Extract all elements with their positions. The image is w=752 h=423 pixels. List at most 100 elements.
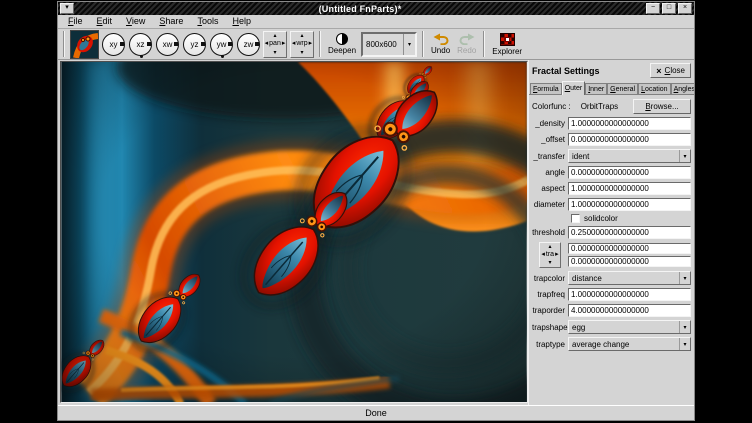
rotate-yw-button[interactable]: yw bbox=[210, 33, 233, 56]
tra-spinner[interactable]: ▴◂tra▸ ▾ bbox=[539, 242, 561, 268]
menu-edit[interactable]: Edit bbox=[90, 15, 120, 28]
minimize-icon: − bbox=[651, 4, 655, 11]
rotate-zw-button[interactable]: zw bbox=[237, 33, 260, 56]
settings-rows: _density_offset_transferident▾angleaspec… bbox=[529, 117, 694, 351]
redo-icon bbox=[459, 33, 475, 45]
trapcolor-select[interactable]: distance▾ bbox=[568, 271, 691, 285]
spinner-right-icon[interactable]: ▸ bbox=[555, 251, 559, 259]
spinner-up-icon[interactable]: ▴ bbox=[548, 244, 551, 250]
tra-value-1-input[interactable] bbox=[568, 243, 691, 254]
_transfer-select[interactable]: ident▾ bbox=[568, 149, 691, 163]
tra-spinner-label: tra bbox=[546, 251, 554, 259]
menu-help[interactable]: Help bbox=[225, 15, 258, 28]
pan-left-icon[interactable]: ◂ bbox=[265, 40, 269, 48]
field-row-_density: _density bbox=[532, 117, 691, 130]
spinner-left-icon[interactable]: ◂ bbox=[541, 251, 545, 259]
menu-view[interactable]: View bbox=[119, 15, 152, 28]
wrp-down-icon[interactable]: ▾ bbox=[300, 50, 303, 56]
trapshape-select[interactable]: egg▾ bbox=[568, 320, 691, 334]
trapfreq-label: trapfreq bbox=[532, 290, 568, 299]
toolbar: xyxzxwyzywzw ▴ ◂pan▸ ▾ ▴ ◂wrp▸ ▾ Deepen … bbox=[58, 29, 694, 60]
tab-angles[interactable]: Angles bbox=[671, 83, 694, 94]
threshold-input[interactable] bbox=[568, 226, 691, 239]
rotate-handle-square[interactable] bbox=[120, 42, 124, 46]
aspect-input[interactable] bbox=[568, 182, 691, 195]
rotate-handle-square[interactable] bbox=[147, 42, 151, 46]
tab-formula[interactable]: Formula bbox=[530, 83, 562, 94]
wrp-right-icon[interactable]: ▸ bbox=[309, 40, 313, 48]
field-row-solidcolor: solidcolor bbox=[571, 214, 691, 223]
warp-control[interactable]: ▴ ◂wrp▸ ▾ bbox=[290, 31, 314, 58]
_density-input[interactable] bbox=[568, 117, 691, 130]
menu-share[interactable]: Share bbox=[152, 15, 190, 28]
resolution-select[interactable]: 800x600 ▾ bbox=[361, 32, 417, 57]
trapshape-selected-value: egg bbox=[569, 323, 679, 332]
pan-down-icon[interactable]: ▾ bbox=[273, 50, 276, 56]
rotate-xz-label: xz bbox=[137, 40, 145, 49]
rotate-xz-button[interactable]: xz bbox=[129, 33, 152, 56]
dropdown-arrow-icon[interactable]: ▾ bbox=[679, 338, 690, 350]
pan-right-icon[interactable]: ▸ bbox=[282, 40, 286, 48]
settings-tabs: FormulaOuterInnerGeneralLocationAngles bbox=[529, 80, 694, 95]
explorer-button[interactable]: Explorer bbox=[490, 33, 524, 56]
toolbar-separator bbox=[63, 31, 65, 57]
field-row-traptype: traptypeaverage change▾ bbox=[532, 337, 691, 351]
tab-general[interactable]: General bbox=[607, 83, 638, 94]
tab-location[interactable]: Location bbox=[638, 83, 670, 94]
rotate-handle-square[interactable] bbox=[201, 42, 205, 46]
browse-button[interactable]: Browse... bbox=[633, 99, 691, 114]
maximize-icon: □ bbox=[667, 4, 671, 11]
dropdown-arrow-icon[interactable]: ▾ bbox=[679, 321, 690, 333]
_offset-label: _offset bbox=[532, 135, 568, 144]
field-row-threshold: threshold bbox=[532, 226, 691, 239]
rotate-handle-square[interactable] bbox=[228, 42, 232, 46]
menu-file[interactable]: File bbox=[61, 15, 90, 28]
close-button[interactable]: × bbox=[678, 3, 692, 14]
redo-button[interactable]: Redo bbox=[455, 33, 478, 55]
solidcolor-checkbox-label: solidcolor bbox=[584, 214, 618, 223]
statusbar: Done bbox=[58, 405, 694, 420]
current-fractal-thumbnail[interactable] bbox=[70, 30, 99, 59]
close-panel-button[interactable]: × Close bbox=[650, 63, 691, 78]
traporder-input[interactable] bbox=[568, 304, 691, 317]
rotate-handle-square[interactable] bbox=[174, 42, 178, 46]
fractal-canvas[interactable] bbox=[60, 61, 528, 403]
dropdown-arrow-icon[interactable]: ▾ bbox=[403, 34, 415, 55]
window-menu-button[interactable]: ▾ bbox=[60, 3, 74, 14]
pan-label: pan bbox=[269, 40, 281, 48]
spinner-down-icon[interactable]: ▾ bbox=[548, 260, 551, 266]
deepen-label: Deepen bbox=[328, 46, 356, 55]
rotate-xw-button[interactable]: xw bbox=[156, 33, 179, 56]
dropdown-arrow-icon[interactable]: ▾ bbox=[679, 272, 690, 284]
rotate-xy-button[interactable]: xy bbox=[102, 33, 125, 56]
undo-button[interactable]: Undo bbox=[429, 33, 452, 55]
pan-control[interactable]: ▴ ◂pan▸ ▾ bbox=[263, 31, 287, 58]
traptype-select[interactable]: average change▾ bbox=[568, 337, 691, 351]
wrp-up-icon[interactable]: ▴ bbox=[300, 33, 303, 39]
angle-input[interactable] bbox=[568, 166, 691, 179]
deepen-icon bbox=[336, 33, 348, 45]
aspect-label: aspect bbox=[532, 184, 568, 193]
rotate-xw-label: xw bbox=[163, 40, 173, 49]
_offset-input[interactable] bbox=[568, 133, 691, 146]
diameter-label: diameter bbox=[532, 200, 568, 209]
dropdown-arrow-icon[interactable]: ▾ bbox=[679, 150, 690, 162]
window-menu-icon: ▾ bbox=[65, 4, 69, 11]
traptype-selected-value: average change bbox=[569, 340, 679, 349]
maximize-button[interactable]: □ bbox=[662, 3, 676, 14]
minimize-button[interactable]: − bbox=[646, 3, 660, 14]
wrp-left-icon[interactable]: ◂ bbox=[292, 40, 296, 48]
diameter-input[interactable] bbox=[568, 198, 691, 211]
tra-value-2-input[interactable] bbox=[568, 256, 691, 267]
tab-inner[interactable]: Inner bbox=[585, 83, 607, 94]
trapfreq-input[interactable] bbox=[568, 288, 691, 301]
rotate-yz-button[interactable]: yz bbox=[183, 33, 206, 56]
tab-outer[interactable]: Outer bbox=[562, 81, 586, 95]
explorer-label: Explorer bbox=[492, 47, 522, 56]
solidcolor-checkbox[interactable] bbox=[571, 214, 580, 223]
panel-title: Fractal Settings bbox=[532, 66, 600, 76]
pan-up-icon[interactable]: ▴ bbox=[273, 33, 276, 39]
rotate-handle-square[interactable] bbox=[255, 42, 259, 46]
deepen-button[interactable]: Deepen bbox=[326, 33, 358, 55]
menu-tools[interactable]: Tools bbox=[190, 15, 225, 28]
